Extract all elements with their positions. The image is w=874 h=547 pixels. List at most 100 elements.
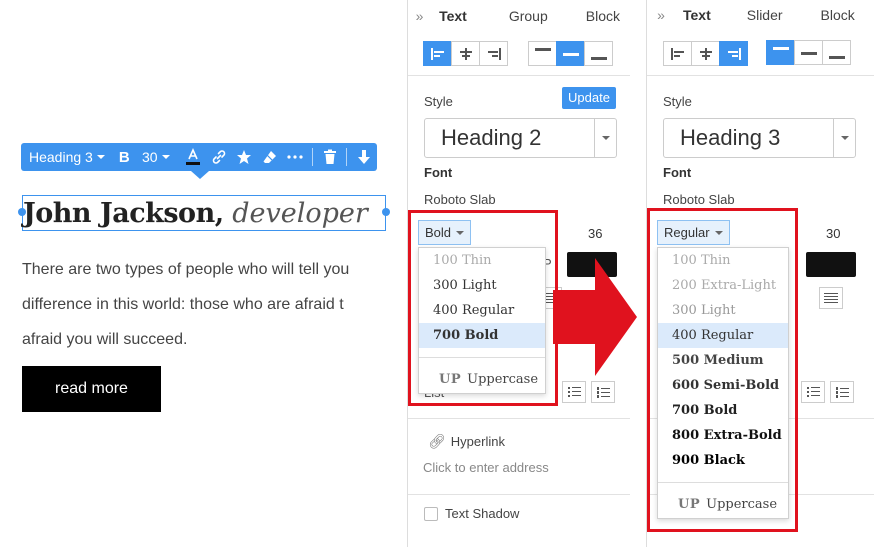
numbered-list-icon [835, 386, 849, 398]
font-size-dropdown[interactable]: 30 [137, 143, 180, 171]
align-left-button[interactable] [423, 41, 452, 66]
font-label: Font [663, 165, 692, 180]
style-select[interactable]: Heading 2 [424, 118, 617, 158]
align-right-button[interactable] [719, 41, 748, 66]
hyperlink-address-input[interactable]: Click to enter address [423, 460, 549, 475]
toolbar-divider [346, 148, 348, 166]
toolbar-divider [311, 148, 313, 166]
chevron-down-icon [96, 155, 105, 159]
style-select-arrow[interactable] [594, 119, 616, 157]
chevron-down-icon [601, 136, 610, 140]
valign-top-button[interactable] [766, 40, 795, 65]
settings-panel-after: » Text Slider Block Style Heading 3 Font… [646, 0, 874, 547]
valign-top-button[interactable] [528, 41, 557, 66]
valign-middle-icon [562, 48, 579, 60]
align-center-button[interactable] [451, 41, 480, 66]
tab-slider[interactable]: Slider [721, 7, 793, 23]
heading-dropdown-label: Heading 3 [29, 149, 93, 165]
heading-text: John Jackson, developer [23, 196, 368, 230]
numbered-list-button[interactable] [591, 381, 615, 403]
align-left-button[interactable] [663, 41, 692, 66]
valign-bottom-icon [828, 47, 845, 59]
read-more-button[interactable]: read more [22, 366, 161, 412]
style-label: Style [424, 94, 453, 109]
font-family-select[interactable]: Roboto Slab [663, 192, 735, 207]
align-right-button[interactable] [479, 41, 508, 66]
valign-top-icon [772, 46, 789, 59]
text-color-button[interactable] [180, 143, 206, 171]
text-color-icon [186, 148, 201, 165]
valign-middle-button[interactable] [794, 40, 823, 65]
numbered-list-button[interactable] [830, 381, 854, 403]
divider [408, 75, 630, 76]
delete-button[interactable] [317, 143, 343, 171]
expand-icon[interactable]: » [408, 8, 425, 24]
tab-block[interactable]: Block [793, 7, 865, 23]
tab-text[interactable]: Text [425, 8, 477, 24]
align-center-icon [699, 47, 713, 60]
justify-button[interactable] [819, 287, 843, 309]
more-button[interactable] [282, 143, 308, 171]
align-center-icon [459, 47, 473, 60]
eraser-icon [263, 151, 276, 163]
valign-bottom-button[interactable] [584, 41, 613, 66]
bullet-list-icon [806, 386, 820, 398]
divider [408, 418, 630, 419]
align-center-button[interactable] [691, 41, 720, 66]
font-size-value[interactable]: 30 [826, 226, 840, 241]
tab-group[interactable]: Group [477, 8, 558, 24]
clear-format-button[interactable] [257, 143, 283, 171]
style-select-value: Heading 3 [680, 125, 781, 150]
text-shadow-row[interactable]: Text Shadow [424, 506, 519, 521]
valign-middle-icon [800, 47, 817, 59]
favorite-button[interactable] [231, 143, 257, 171]
style-select[interactable]: Heading 3 [663, 118, 856, 158]
link-icon: 🔗︎ [428, 433, 446, 449]
align-left-icon [430, 47, 445, 60]
expand-icon[interactable]: » [647, 7, 669, 23]
bullet-list-button[interactable] [562, 381, 586, 403]
valign-middle-button[interactable] [556, 41, 585, 66]
text-shadow-checkbox[interactable] [424, 506, 438, 521]
highlight-box [408, 210, 558, 406]
more-icon [287, 155, 303, 159]
inline-text-toolbar: Heading 3 B 30 [21, 143, 377, 179]
tab-text[interactable]: Text [669, 7, 721, 23]
style-select-arrow[interactable] [833, 119, 855, 157]
bullet-list-icon [567, 386, 581, 398]
chevron-down-icon [840, 136, 849, 140]
heading-name: John Jackson, [23, 198, 224, 229]
align-right-icon [487, 47, 501, 60]
paragraph-line: difference in this world: those who are … [22, 296, 344, 313]
paragraph-line: There are two types of people who will t… [22, 261, 350, 278]
link-button[interactable] [206, 143, 232, 171]
tab-block[interactable]: Block [558, 8, 630, 24]
bold-button[interactable]: B [111, 143, 137, 171]
update-button[interactable]: Update [562, 87, 616, 109]
hyperlink-row[interactable]: 🔗︎ Hyperlink [428, 433, 505, 450]
transition-arrow-icon [553, 258, 637, 376]
valign-bottom-icon [590, 48, 607, 60]
horizontal-align-group [423, 41, 508, 66]
selected-heading-block[interactable]: John Jackson, developer [18, 195, 390, 231]
move-down-button[interactable] [351, 143, 377, 171]
hyperlink-label: Hyperlink [450, 434, 505, 449]
divider [408, 494, 630, 495]
justify-icon [824, 292, 838, 304]
link-icon [212, 150, 225, 164]
trash-icon [323, 149, 336, 164]
font-family-select[interactable]: Roboto Slab [424, 192, 496, 207]
heading-role: developer [232, 198, 368, 229]
resize-handle-right[interactable] [382, 208, 390, 216]
font-label: Font [424, 165, 453, 180]
paragraph-line: afraid you will succeed. [22, 331, 188, 348]
text-color-swatch[interactable] [806, 252, 856, 277]
vertical-align-group [766, 40, 851, 65]
heading-dropdown[interactable]: Heading 3 [21, 143, 111, 171]
valign-top-icon [534, 47, 551, 60]
valign-bottom-button[interactable] [822, 40, 851, 65]
bullet-list-button[interactable] [801, 381, 825, 403]
font-size-value[interactable]: 36 [588, 226, 602, 241]
align-right-icon [727, 47, 741, 60]
body-paragraph: There are two types of people who will t… [22, 252, 382, 348]
